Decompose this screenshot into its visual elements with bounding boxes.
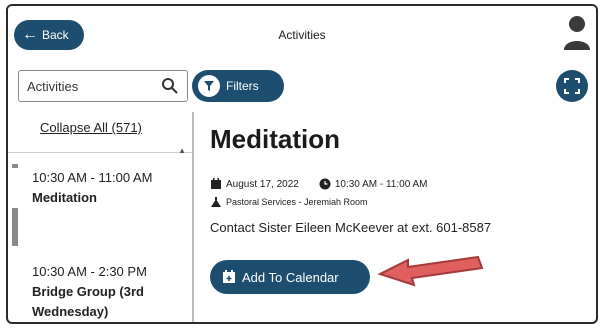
scroll-up-icon[interactable]: ▲ — [178, 146, 186, 155]
search-input[interactable]: Activities — [18, 70, 188, 102]
expand-button[interactable] — [556, 70, 588, 102]
add-to-calendar-button[interactable]: Add To Calendar — [210, 260, 370, 294]
user-icon[interactable] — [562, 12, 592, 52]
filters-label: Filters — [226, 79, 259, 93]
list-item[interactable]: 10:30 AM - 2:30 PM Bridge Group (3rd Wed… — [8, 262, 190, 322]
annotation-arrow-icon — [377, 255, 484, 287]
search-icon[interactable] — [161, 77, 179, 95]
calendar-icon — [211, 178, 221, 189]
add-to-calendar-label: Add To Calendar — [242, 269, 339, 285]
event-date: August 17, 2022 — [226, 178, 299, 190]
activity-list: Collapse All (571) ▲ 10:30 AM - 11:00 AM… — [8, 112, 194, 322]
search-value: Activities — [27, 78, 79, 94]
location-icon — [211, 197, 221, 207]
list-item-time: 10:30 AM - 11:00 AM — [32, 170, 153, 185]
activity-detail: Meditation August 17, 2022 10:30 AM - 11… — [196, 112, 596, 322]
time-group: 10:30 AM - 11:00 AM — [319, 178, 428, 190]
list-item[interactable]: 10:30 AM - 11:00 AM Meditation — [8, 168, 190, 208]
contact-text: Contact Sister Eileen McKeever at ext. 6… — [210, 220, 492, 235]
top-bar: ← Back Activities — [8, 6, 596, 62]
detail-title: Meditation — [210, 124, 340, 154]
app-frame: ← Back Activities Activities Filters Col… — [6, 4, 598, 324]
page-title: Activities — [278, 28, 326, 42]
calendar-plus-icon — [223, 270, 235, 283]
clock-icon — [319, 178, 331, 190]
list-item-name: Meditation — [32, 190, 97, 205]
list-item-time: 10:30 AM - 2:30 PM — [32, 264, 147, 279]
event-location: Pastoral Services - Jeremiah Room — [226, 197, 368, 207]
expand-icon — [564, 78, 580, 94]
collapse-all-link[interactable]: Collapse All (571) — [40, 120, 142, 135]
list-item-name: Bridge Group (3rd Wednesday) — [32, 284, 144, 319]
filters-button[interactable]: Filters — [192, 70, 284, 102]
location-row: Pastoral Services - Jeremiah Room — [210, 196, 368, 208]
event-time: 10:30 AM - 11:00 AM — [334, 178, 428, 190]
divider — [8, 152, 192, 153]
date-time-row: August 17, 2022 10:30 AM - 11:00 AM — [210, 178, 428, 190]
filter-icon — [198, 75, 220, 97]
